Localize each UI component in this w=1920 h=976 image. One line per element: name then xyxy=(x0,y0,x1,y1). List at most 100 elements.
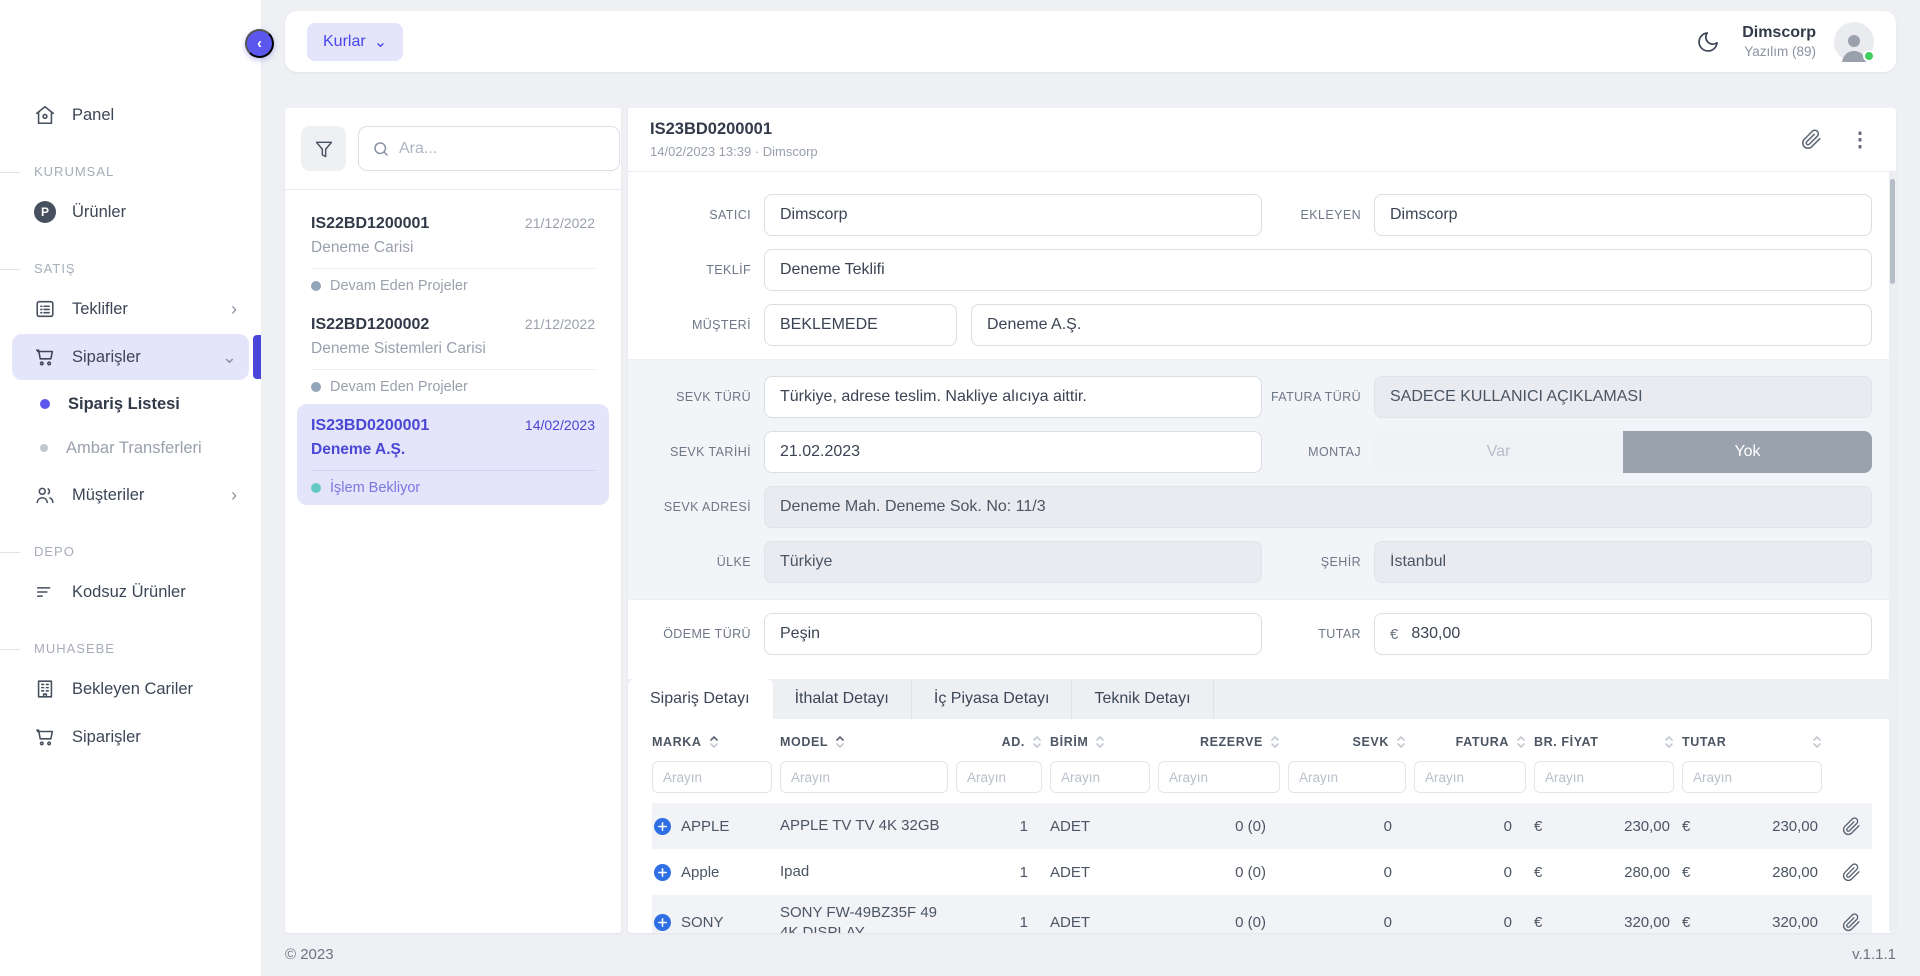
ekleyen-input[interactable] xyxy=(1374,194,1872,236)
order-code: IS22BD1200001 xyxy=(311,215,429,233)
order-date: 21/12/2022 xyxy=(525,316,595,332)
search-input[interactable] xyxy=(399,140,606,158)
filter-fatura-input[interactable] xyxy=(1414,761,1526,793)
attachments-button[interactable] xyxy=(1797,125,1826,154)
filter-sevk-input[interactable] xyxy=(1288,761,1406,793)
field-label: EKLEYEN xyxy=(1262,208,1374,222)
montaj-var-option[interactable]: Var xyxy=(1374,431,1623,473)
currency-rates-label: Kurlar xyxy=(323,33,366,51)
sidebar-section-kurumsal: KURUMSAL xyxy=(0,164,261,179)
cell-rezerve: 0 (0) xyxy=(1158,818,1280,835)
sidebar-item-teklifler[interactable]: Teklifler › xyxy=(12,286,249,332)
field-label: MÜŞTERİ xyxy=(652,318,764,332)
row-attachment-button[interactable] xyxy=(1830,913,1872,932)
expand-row-button[interactable] xyxy=(654,914,671,931)
column-header-birim[interactable]: BİRİM xyxy=(1050,734,1150,750)
home-icon xyxy=(34,104,56,126)
filter-tutar-input[interactable] xyxy=(1682,761,1822,793)
musteri-status-input[interactable] xyxy=(764,304,957,346)
sort-icon xyxy=(1032,734,1042,750)
cart-icon xyxy=(34,726,56,748)
sidebar-collapse-button[interactable]: ‹ xyxy=(245,29,274,58)
user-info[interactable]: Dimscorp Yazılım (89) xyxy=(1742,24,1816,59)
status-label: Devam Eden Projeler xyxy=(330,278,468,294)
filter-model-input[interactable] xyxy=(780,761,948,793)
filter-button[interactable] xyxy=(301,126,346,171)
currency-rates-button[interactable]: Kurlar ⌄ xyxy=(307,23,403,61)
sidebar-item-label: Sipariş Listesi xyxy=(68,395,180,414)
column-header-tutar[interactable]: TUTAR xyxy=(1682,734,1822,750)
row-attachment-button[interactable] xyxy=(1830,863,1872,882)
cell-sevk: 0 xyxy=(1288,818,1406,835)
tab-ithalat-detayi[interactable]: İthalat Detayı xyxy=(773,679,912,719)
sidebar-item-siparisler[interactable]: Siparişler ⌄ xyxy=(12,334,249,380)
sidebar-item-urunler[interactable]: P Ürünler xyxy=(12,189,249,235)
sidebar-section-depo: DEPO xyxy=(0,544,261,559)
filter-ad-input[interactable] xyxy=(956,761,1042,793)
paperclip-icon xyxy=(1801,129,1822,150)
tab-ic-piyasa-detayi[interactable]: İç Piyasa Detayı xyxy=(912,679,1073,719)
status-dot xyxy=(311,281,321,291)
more-options-button[interactable]: ⋮ xyxy=(1846,126,1874,154)
chevron-left-icon: ‹ xyxy=(257,35,262,52)
expand-row-button[interactable] xyxy=(654,864,671,881)
cell-marka: APPLE xyxy=(681,818,729,835)
sort-icon xyxy=(1664,734,1674,750)
column-header-sevk[interactable]: SEVK xyxy=(1288,734,1406,750)
tab-teknik-detayi[interactable]: Teknik Detayı xyxy=(1072,679,1213,719)
copyright: © 2023 xyxy=(285,946,334,963)
dark-mode-toggle[interactable] xyxy=(1692,26,1724,58)
order-customer: Deneme Sistemleri Carisi xyxy=(311,340,595,358)
teklif-input[interactable] xyxy=(764,249,1872,291)
chevron-down-icon: ⌄ xyxy=(222,348,237,366)
sidebar-item-panel[interactable]: Panel xyxy=(12,92,249,138)
row-attachment-button[interactable] xyxy=(1830,817,1872,836)
scrollbar-thumb[interactable] xyxy=(1890,179,1895,284)
filter-marka-input[interactable] xyxy=(652,761,772,793)
ulke-input xyxy=(764,541,1262,583)
sort-icon xyxy=(1516,734,1526,750)
column-header-fatura[interactable]: FATURA xyxy=(1414,734,1526,750)
column-header-br-fiyat[interactable]: BR. FİYAT xyxy=(1534,734,1674,750)
sevk-turu-input[interactable] xyxy=(764,376,1262,418)
column-header-rezerve[interactable]: REZERVE xyxy=(1158,734,1280,750)
field-label: MONTAJ xyxy=(1262,445,1374,459)
sidebar-item-siparisler-muhasebe[interactable]: Siparişler xyxy=(12,714,249,760)
sort-icon xyxy=(835,734,845,750)
cell-br-fiyat: 320,00 xyxy=(1624,914,1670,931)
order-customer: Deneme Carisi xyxy=(311,239,595,257)
sidebar-item-musteriler[interactable]: Müşteriler › xyxy=(12,472,249,518)
sidebar-item-bekleyen-cariler[interactable]: Bekleyen Cariler xyxy=(12,666,249,712)
expand-row-button[interactable] xyxy=(654,818,671,835)
order-list-item[interactable]: IS22BD1200002 21/12/2022 Deneme Sistemle… xyxy=(297,303,609,404)
avatar[interactable] xyxy=(1834,22,1874,62)
cell-ad: 1 xyxy=(956,914,1042,931)
cell-sevk: 0 xyxy=(1288,914,1406,931)
filter-rezerve-input[interactable] xyxy=(1158,761,1280,793)
odeme-turu-input[interactable] xyxy=(764,613,1262,655)
order-list-item-selected[interactable]: IS23BD0200001 14/02/2023 Deneme A.Ş. İşl… xyxy=(297,404,609,505)
cell-birim: ADET xyxy=(1050,864,1150,881)
sevk-tarihi-input[interactable] xyxy=(764,431,1262,473)
order-list-item[interactable]: IS22BD1200001 21/12/2022 Deneme Carisi D… xyxy=(297,202,609,303)
montaj-yok-option[interactable]: Yok xyxy=(1623,431,1872,473)
detail-scrollbar[interactable] xyxy=(1889,171,1896,933)
musteri-input[interactable] xyxy=(971,304,1872,346)
table-row: SONY SONY FW-49BZ35F 49 4K DISPLAY 1 ADE… xyxy=(652,895,1872,933)
sidebar-subitem-siparis-listesi[interactable]: Sipariş Listesi xyxy=(12,382,249,426)
currency-symbol: € xyxy=(1682,864,1690,881)
search-box xyxy=(358,126,620,171)
column-header-model[interactable]: MODEL xyxy=(780,734,948,750)
cell-marka: Apple xyxy=(681,864,719,881)
filter-br-fiyat-input[interactable] xyxy=(1534,761,1674,793)
column-header-marka[interactable]: MARKA xyxy=(652,734,772,750)
tab-siparis-detayi[interactable]: Sipariş Detayı xyxy=(628,679,773,719)
tutar-input[interactable] xyxy=(1411,625,1856,643)
satici-input[interactable] xyxy=(764,194,1262,236)
filter-birim-input[interactable] xyxy=(1050,761,1150,793)
tutar-field: € xyxy=(1374,613,1872,655)
sidebar-subitem-ambar-transferleri[interactable]: Ambar Transferleri xyxy=(12,426,249,470)
column-header-ad[interactable]: AD. xyxy=(956,734,1042,750)
sidebar-item-kodsuz-urunler[interactable]: Kodsuz Ürünler xyxy=(12,569,249,615)
list-details-icon xyxy=(34,298,56,320)
